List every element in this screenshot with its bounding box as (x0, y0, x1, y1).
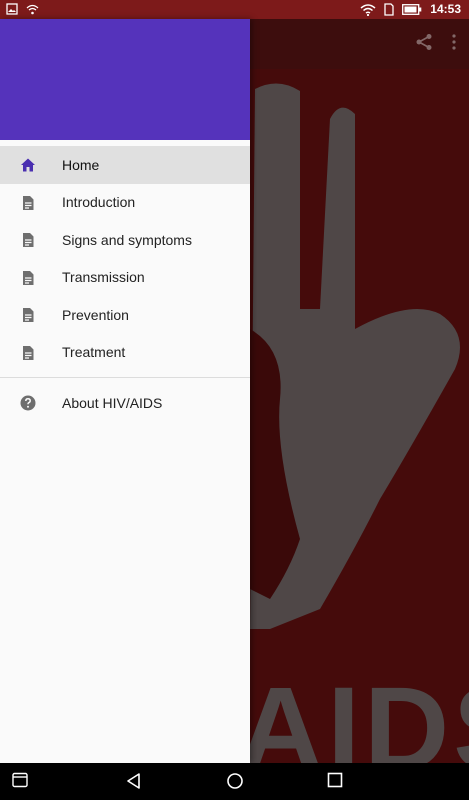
drawer-item-label: Transmission (62, 269, 145, 286)
drawer-item-signs-and-symptoms[interactable]: Signs and symptoms (0, 221, 250, 259)
recent-apps-icon[interactable] (327, 772, 343, 788)
drawer-item-label: Signs and symptoms (62, 231, 192, 248)
system-nav-bar (0, 763, 469, 800)
wifi-signal-icon (360, 3, 376, 16)
drawer-item-label: Introduction (62, 194, 136, 211)
drawer-item-label: Prevention (62, 306, 129, 323)
help-circle-icon (20, 395, 36, 411)
document-icon (23, 233, 34, 247)
document-icon (23, 195, 34, 210)
navigation-drawer: Home Introduction Signs and symptoms Tra… (0, 19, 250, 763)
drawer-item-label: Home (62, 156, 100, 173)
wifi-notification-icon (26, 4, 39, 15)
status-bar: 14:53 (0, 0, 469, 19)
home-icon (21, 158, 35, 172)
drawer-secondary-menu: About HIV/AIDS (0, 384, 250, 422)
drawer-item-about[interactable]: About HIV/AIDS (0, 384, 250, 422)
document-icon (23, 308, 34, 322)
status-time: 14:53 (430, 2, 461, 16)
home-button-icon[interactable] (226, 772, 244, 790)
drawer-divider (0, 377, 250, 378)
drawer-header (0, 19, 250, 140)
document-icon (23, 345, 34, 360)
back-icon[interactable] (126, 772, 142, 790)
drawer-item-treatment[interactable]: Treatment (0, 334, 250, 372)
battery-icon (402, 3, 422, 15)
drawer-item-introduction[interactable]: Introduction (0, 184, 250, 222)
screen-pin-icon[interactable] (12, 772, 28, 788)
image-notification-icon (6, 3, 18, 15)
drawer-menu: Home Introduction Signs and symptoms Tra… (0, 140, 250, 371)
drawer-item-label: About HIV/AIDS (62, 394, 163, 411)
document-icon (23, 270, 34, 285)
sim-card-icon (384, 2, 394, 16)
drawer-item-prevention[interactable]: Prevention (0, 296, 250, 334)
drawer-item-label: Treatment (62, 344, 126, 361)
drawer-item-transmission[interactable]: Transmission (0, 259, 250, 297)
drawer-item-home[interactable]: Home (0, 146, 250, 184)
